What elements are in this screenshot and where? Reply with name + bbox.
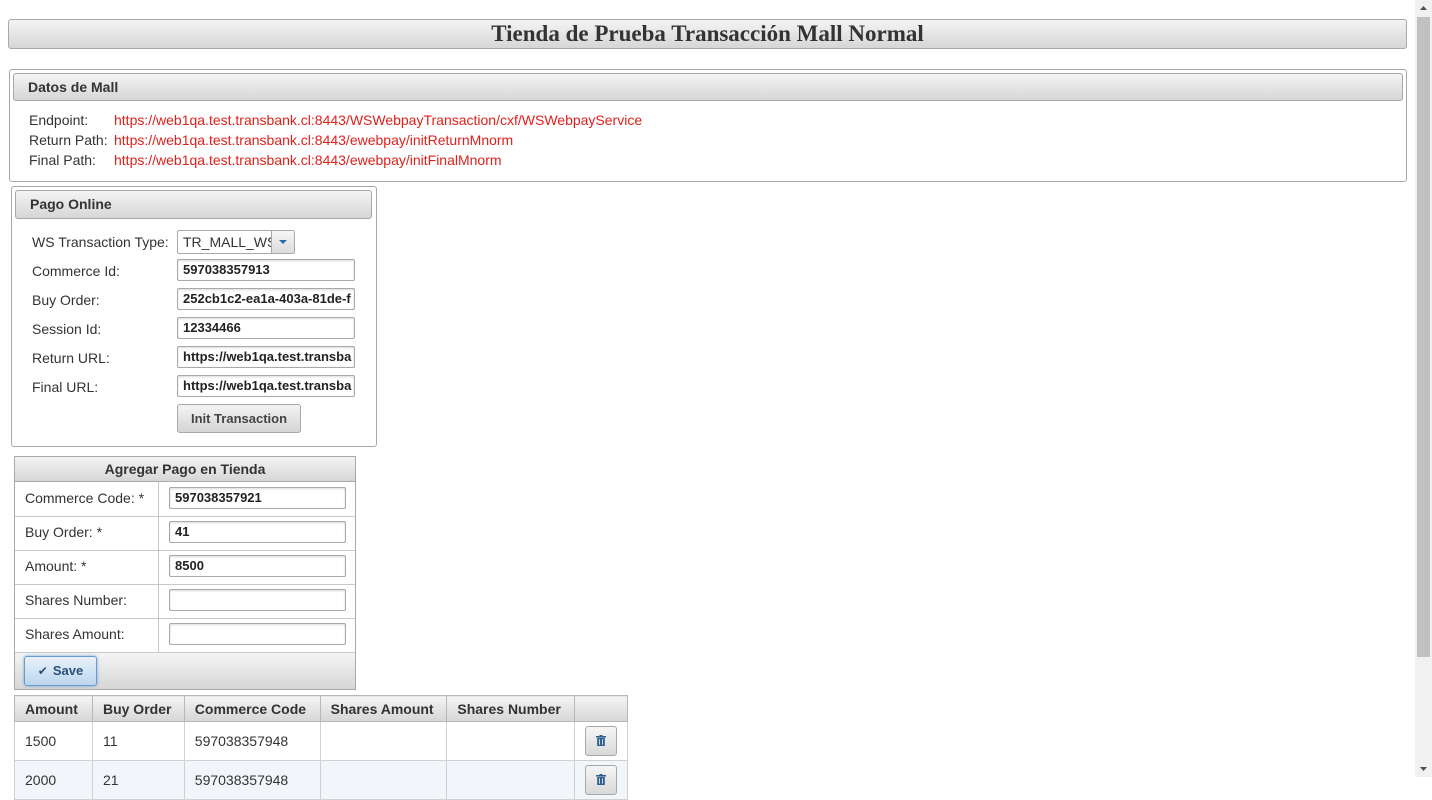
- cell-amount: 2000: [14, 760, 93, 800]
- save-button[interactable]: ✔ Save: [24, 656, 97, 686]
- column-header-shares-amount[interactable]: Shares Amount: [319, 695, 448, 722]
- amount-label: Amount: *: [25, 558, 87, 574]
- commerce-id-input[interactable]: 597038357913: [177, 259, 355, 281]
- pago-panel-header: Pago Online: [15, 190, 372, 219]
- cell-commerce-code: 597038357948: [183, 721, 321, 761]
- return-path-label: Return Path:: [29, 132, 108, 148]
- page-title: Tienda de Prueba Transacción Mall Normal: [8, 19, 1407, 49]
- endpoint-row: Endpoint: https://web1qa.test.transbank.c…: [29, 112, 642, 128]
- select-dropdown-button[interactable]: [271, 231, 294, 253]
- column-header-actions: [574, 695, 628, 722]
- scroll-down-arrow[interactable]: [1415, 760, 1432, 777]
- payments-table: Amount Buy Order Commerce Code Shares Am…: [14, 695, 628, 800]
- endpoint-value: https://web1qa.test.transbank.cl:8443/WS…: [114, 112, 643, 128]
- row-divider: [158, 618, 159, 652]
- ws-type-label: WS Transaction Type:: [32, 234, 169, 250]
- agregar-header: Agregar Pago en Tienda: [15, 457, 355, 482]
- column-header-amount[interactable]: Amount: [14, 695, 93, 722]
- init-transaction-button[interactable]: Init Transaction: [177, 404, 301, 433]
- row-divider: [158, 550, 159, 584]
- cell-actions: [574, 760, 628, 800]
- return-url-label: Return URL:: [32, 350, 110, 366]
- cell-actions: [574, 721, 628, 761]
- mall-data-panel: Datos de Mall Endpoint: https://web1qa.te…: [9, 69, 1407, 182]
- session-id-label: Session Id:: [32, 321, 102, 337]
- buy-order-input[interactable]: 252cb1c2-ea1a-403a-81de-f: [177, 288, 355, 310]
- table-row: 1500 11 597038357948: [14, 721, 628, 761]
- row-divider: [158, 584, 159, 618]
- endpoint-label: Endpoint:: [29, 112, 89, 128]
- buy-order-label: Buy Order:: [32, 292, 100, 308]
- shares-number-input[interactable]: [169, 589, 346, 611]
- ws-type-value: TR_MALL_WS: [183, 234, 277, 250]
- agregar-pago-form: Agregar Pago en Tienda Commerce Code: * …: [14, 456, 356, 690]
- column-header-buy-order[interactable]: Buy Order: [91, 695, 185, 722]
- amount-input[interactable]: 8500: [169, 555, 346, 577]
- commerce-code-label: Commerce Code: *: [25, 490, 145, 506]
- table-row: 2000 21 597038357948: [14, 760, 628, 800]
- vertical-scrollbar[interactable]: [1415, 0, 1432, 777]
- shares-number-row: Shares Number:: [15, 584, 355, 619]
- cell-commerce-code: 597038357948: [183, 760, 321, 800]
- pago-online-panel: Pago Online WS Transaction Type: TR_MALL…: [11, 186, 377, 447]
- final-url-input[interactable]: https://web1qa.test.transba: [177, 375, 355, 397]
- cell-shares-amount: [319, 721, 448, 761]
- delete-row-button[interactable]: [585, 765, 618, 795]
- save-button-label: Save: [52, 663, 84, 678]
- ws-type-select[interactable]: TR_MALL_WS: [177, 230, 295, 254]
- buy-order-row: Buy Order: * 41: [15, 516, 355, 551]
- commerce-id-label: Commerce Id:: [32, 263, 120, 279]
- column-header-commerce-code[interactable]: Commerce Code: [183, 695, 321, 722]
- agregar-buy-order-input[interactable]: 41: [169, 521, 346, 543]
- check-icon: ✔: [37, 664, 48, 678]
- mall-panel-header: Datos de Mall: [13, 73, 1403, 101]
- caret-down-icon: [279, 240, 287, 244]
- agregar-footer: ✔ Save: [15, 653, 355, 689]
- table-header-row: Amount Buy Order Commerce Code Shares Am…: [14, 695, 628, 722]
- return-path-value: https://web1qa.test.transbank.cl:8443/ew…: [114, 132, 514, 148]
- shares-amount-label: Shares Amount:: [25, 626, 125, 642]
- arrow-up-icon: [1420, 6, 1427, 10]
- return-path-row: Return Path: https://web1qa.test.transban…: [29, 132, 513, 148]
- cell-buy-order: 21: [91, 760, 185, 800]
- row-divider: [158, 482, 159, 516]
- cell-buy-order: 11: [91, 721, 185, 761]
- arrow-down-icon: [1420, 767, 1427, 771]
- cell-shares-amount: [319, 760, 448, 800]
- trash-icon: [596, 735, 607, 746]
- final-url-label: Final URL:: [32, 379, 99, 395]
- final-path-label: Final Path:: [29, 152, 96, 168]
- cell-amount: 1500: [14, 721, 93, 761]
- return-url-input[interactable]: https://web1qa.test.transba: [177, 346, 355, 368]
- column-header-shares-number[interactable]: Shares Number: [446, 695, 576, 722]
- final-path-row: Final Path: https://web1qa.test.transbank…: [29, 152, 502, 168]
- final-path-value: https://web1qa.test.transbank.cl:8443/ew…: [114, 152, 502, 168]
- shares-amount-row: Shares Amount:: [15, 618, 355, 653]
- session-id-input[interactable]: 12334466: [177, 317, 355, 339]
- shares-number-label: Shares Number:: [25, 592, 127, 608]
- shares-amount-input[interactable]: [169, 623, 346, 645]
- row-divider: [158, 516, 159, 550]
- commerce-code-row: Commerce Code: * 597038357921: [15, 482, 355, 517]
- cell-shares-number: [446, 721, 576, 761]
- amount-row: Amount: * 8500: [15, 550, 355, 585]
- scrollbar-thumb[interactable]: [1417, 17, 1430, 657]
- scroll-up-arrow[interactable]: [1415, 0, 1432, 17]
- commerce-code-input[interactable]: 597038357921: [169, 487, 346, 509]
- trash-icon: [596, 774, 607, 785]
- agregar-buy-order-label: Buy Order: *: [25, 524, 103, 540]
- cell-shares-number: [446, 760, 576, 800]
- delete-row-button[interactable]: [585, 726, 618, 756]
